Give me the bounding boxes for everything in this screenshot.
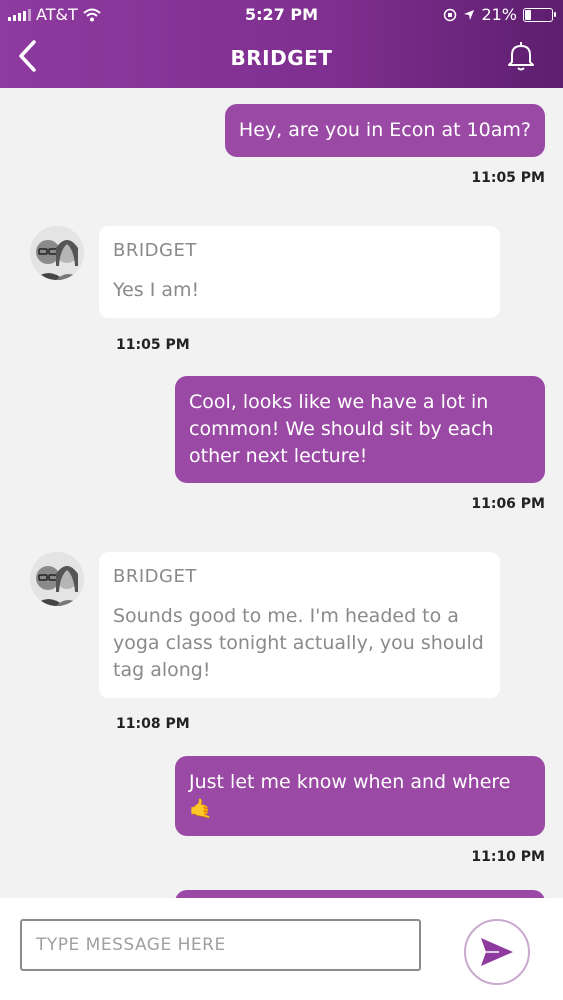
notifications-button[interactable] [503, 38, 539, 76]
outgoing-message: Just let me know when and where 🤙 [175, 756, 545, 836]
send-icon [481, 938, 513, 966]
avatar[interactable] [30, 552, 84, 606]
incoming-message: BRIDGET Yes I am! [99, 226, 500, 318]
status-bar: AT&T 5:27 PM 21% [0, 0, 563, 30]
message-time: 11:08 PM [116, 716, 190, 732]
battery-icon [523, 7, 556, 22]
message-time: 11:10 PM [471, 849, 545, 865]
send-button[interactable] [464, 919, 530, 985]
message-time: 11:06 PM [471, 496, 545, 512]
avatar-photo [30, 226, 84, 280]
battery-level [525, 9, 531, 20]
orientation-lock-icon [444, 8, 457, 21]
battery-percent: 21% [481, 5, 517, 24]
status-right: 21% [443, 5, 556, 24]
app-header: AT&T 5:27 PM 21% BRIDGET [0, 0, 563, 88]
message-text: Yes I am! [113, 279, 200, 301]
nav-bar: BRIDGET [0, 30, 563, 88]
sender-name: BRIDGET [113, 566, 197, 587]
avatar[interactable] [30, 226, 84, 280]
message-text: Just let me know when and where 🤙 [189, 771, 511, 820]
message-text: Cool, looks like we have a lot in common… [189, 391, 494, 467]
outgoing-message: Hey, are you in Econ at 10am? [224, 104, 545, 157]
bell-icon [508, 42, 534, 71]
message-time: 11:05 PM [116, 337, 190, 353]
sender-name: BRIDGET [113, 240, 197, 261]
compose-bar [0, 898, 563, 1000]
message-input[interactable] [20, 919, 421, 971]
location-icon [464, 9, 475, 20]
message-text: Sounds good to me. I'm headed to a yoga … [113, 605, 484, 681]
page-title: BRIDGET [230, 46, 333, 70]
incoming-message: BRIDGET Sounds good to me. I'm headed to… [99, 552, 500, 698]
outgoing-message-partial [175, 890, 545, 898]
avatar-photo [30, 552, 84, 606]
message-list[interactable]: Hey, are you in Econ at 10am? 11:05 PM B… [0, 88, 563, 898]
message-time: 11:05 PM [471, 170, 545, 186]
message-text: Hey, are you in Econ at 10am? [238, 119, 531, 141]
outgoing-message: Cool, looks like we have a lot in common… [175, 376, 545, 483]
